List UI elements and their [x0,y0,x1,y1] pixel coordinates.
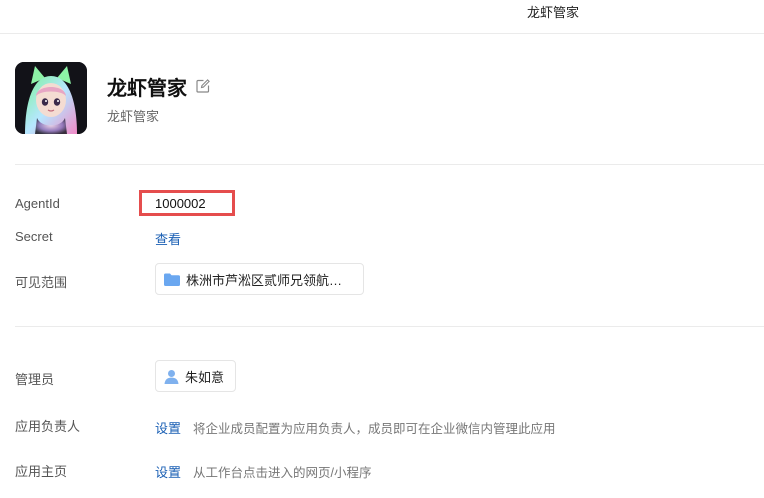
visibility-label: 可见范围 [15,275,68,290]
app-name: 龙虾管家 [107,78,187,100]
window-title: 龙虾管家 [527,5,580,20]
owner-set-link[interactable]: 设置 [155,418,181,437]
admin-name: 朱如意 [185,369,225,385]
admin-chip[interactable]: 朱如意 [155,360,236,392]
app-description: 龙虾管家 [107,109,160,124]
user-icon [164,369,179,384]
edit-icon[interactable] [196,79,210,93]
agentid-label: AgentId [15,196,60,211]
secret-view-link[interactable]: 查看 [155,229,181,248]
homepage-label: 应用主页 [15,464,68,479]
top-bar: 龙虾管家 [0,0,764,34]
admin-label: 管理员 [15,372,55,387]
app-avatar [15,62,87,134]
divider [15,326,764,327]
avatar-image [15,62,87,134]
visibility-scope-text: 株洲市芦淞区贰师兄领航… [186,272,343,288]
agentid-value: 1000002 [155,196,206,211]
homepage-hint: 从工作台点击进入的网页/小程序 [193,466,372,480]
owner-hint: 将企业成员配置为应用负责人，成员即可在企业微信内管理此应用 [193,422,556,436]
folder-icon [164,273,180,286]
divider [15,164,764,165]
secret-label: Secret [15,229,53,244]
homepage-set-link[interactable]: 设置 [155,462,181,481]
visibility-scope-chip[interactable]: 株洲市芦淞区贰师兄领航… [155,263,364,295]
owner-label: 应用负责人 [15,419,81,434]
app-profile: 龙虾管家 龙虾管家 [15,62,764,134]
